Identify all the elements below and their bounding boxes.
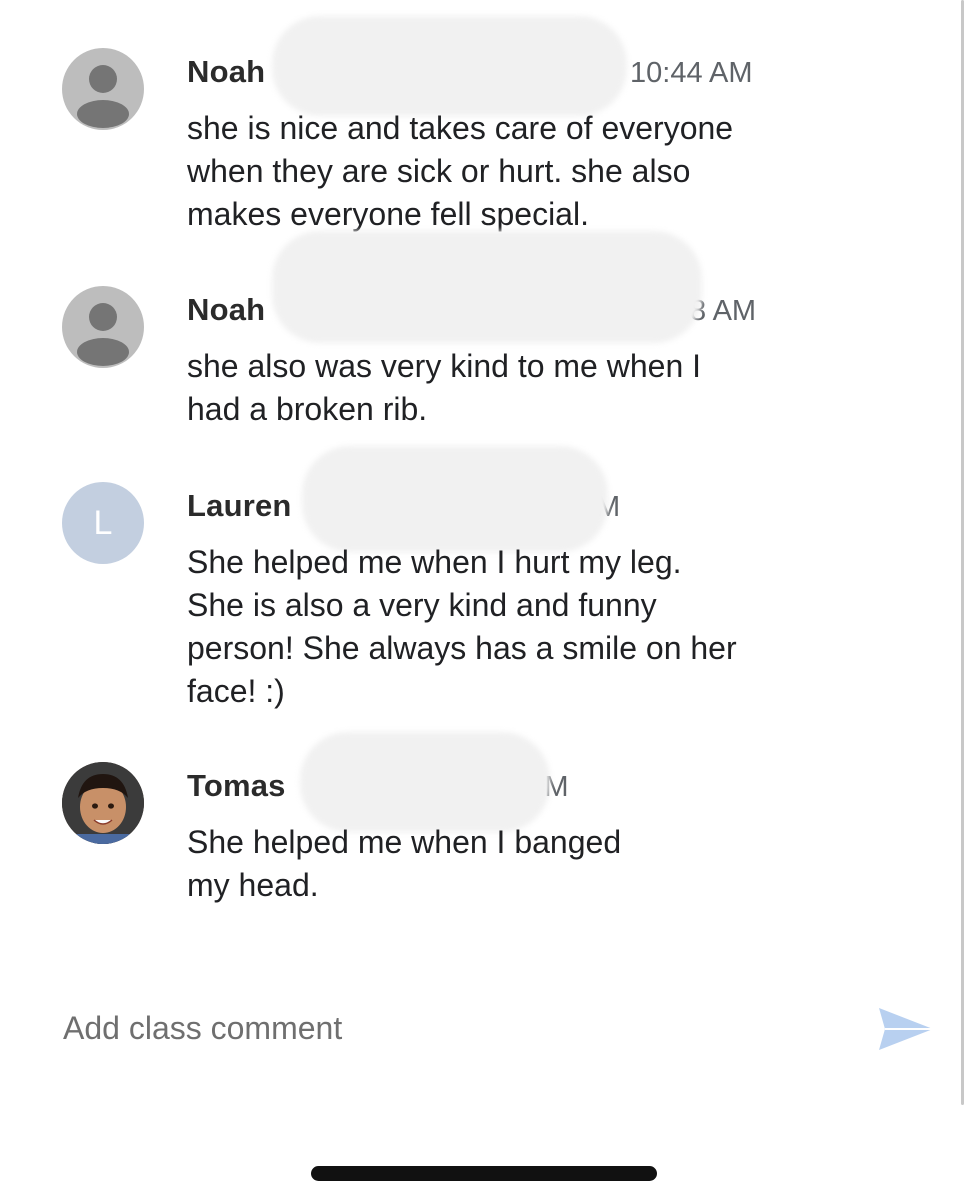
redaction-blob <box>302 446 608 552</box>
person-icon <box>77 303 129 366</box>
comment-author: Lauren <box>187 488 292 523</box>
person-icon <box>77 65 129 128</box>
child-photo-avatar[interactable] <box>62 762 144 844</box>
avatar[interactable] <box>62 286 144 368</box>
comment-author: Noah <box>187 54 266 89</box>
comment-time: 10:44 AM <box>630 57 753 89</box>
send-icon <box>879 1008 933 1050</box>
comment-body: She helped me when I hurt my leg. She is… <box>187 544 737 709</box>
child-face-image <box>62 762 144 844</box>
send-button[interactable] <box>876 1004 936 1054</box>
redaction-blob <box>272 16 627 116</box>
avatar[interactable] <box>62 48 144 130</box>
comment-author: Noah <box>187 292 266 327</box>
avatar[interactable]: L <box>62 482 144 564</box>
comment-body: She helped me when I banged my head. <box>187 824 622 903</box>
comment-body: she is nice and takes care of everyone w… <box>187 110 734 232</box>
redaction-blob <box>272 231 702 343</box>
redaction-blob <box>300 732 550 832</box>
add-comment-input[interactable] <box>63 1010 823 1047</box>
comment-author: Tomas <box>187 768 286 803</box>
home-indicator[interactable] <box>311 1166 657 1181</box>
comment-body: she also was very kind to me when I had … <box>187 348 702 427</box>
avatar-letter: L <box>93 503 113 542</box>
scrollbar[interactable] <box>961 0 964 1105</box>
